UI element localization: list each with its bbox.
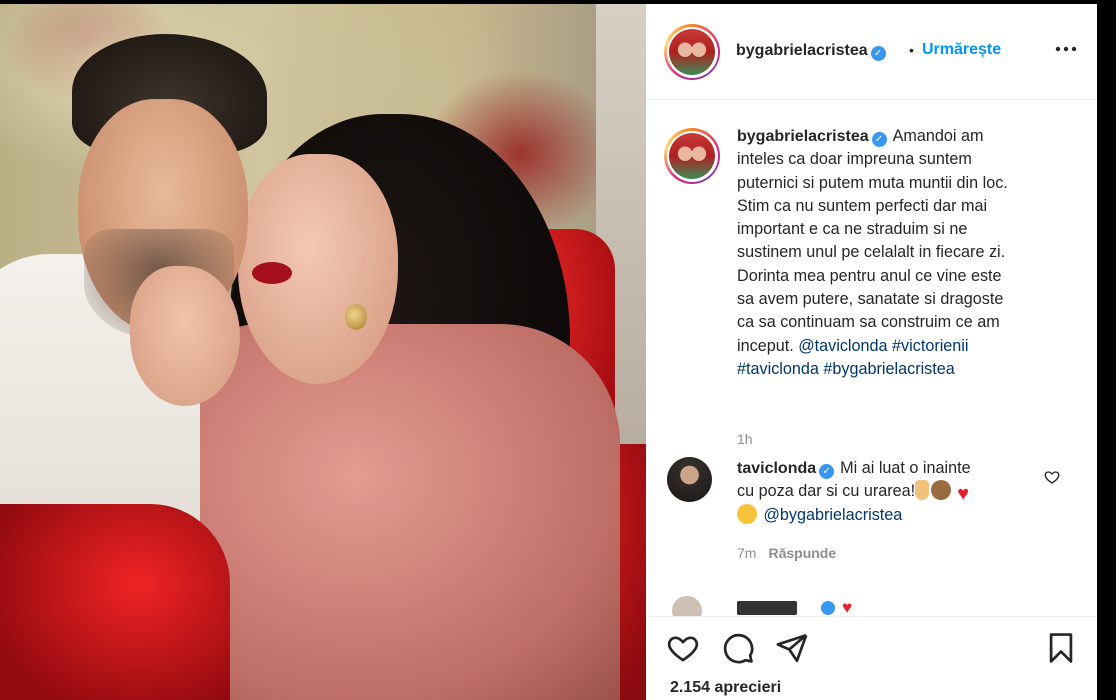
- author-username-link[interactable]: bygabrielacristea ✓: [736, 42, 886, 61]
- verified-badge-icon: ✓: [870, 46, 886, 61]
- likes-count[interactable]: 2.154 aprecieri: [670, 679, 781, 697]
- next-comment-username[interactable]: [737, 601, 797, 615]
- right-border: [1097, 0, 1116, 700]
- more-options-icon[interactable]: [1054, 34, 1078, 64]
- caption-body: Amandoi am inteles ca doar impreuna sunt…: [737, 127, 1008, 355]
- comment-bubble-icon[interactable]: [721, 631, 755, 665]
- caption-author-avatar[interactable]: [664, 128, 720, 184]
- share-paper-plane-icon[interactable]: [775, 631, 809, 665]
- post-actions-bar: 2.154 aprecieri: [646, 616, 1097, 700]
- commenter-username-link[interactable]: taviclonda ✓: [737, 460, 835, 479]
- photo-robe: [180, 324, 620, 700]
- commenter-username-text: taviclonda: [737, 460, 817, 477]
- author-avatar[interactable]: [664, 24, 720, 80]
- like-heart-icon[interactable]: [666, 631, 700, 665]
- photo-hand: [130, 266, 240, 406]
- next-comment-avatar[interactable]: [672, 596, 702, 616]
- caption-timestamp[interactable]: 1h: [737, 431, 753, 447]
- comment-timestamp[interactable]: 7m: [737, 545, 756, 561]
- verified-badge-icon: ✓: [871, 132, 887, 147]
- comment-like-heart-icon[interactable]: [1044, 469, 1060, 485]
- post-photo[interactable]: [0, 4, 646, 700]
- follow-button[interactable]: Urmărește: [922, 41, 1001, 59]
- commenter-avatar[interactable]: [667, 457, 712, 502]
- save-bookmark-icon[interactable]: [1044, 631, 1078, 665]
- heart-emoji-icon: ♥: [842, 598, 853, 616]
- caption-author-link[interactable]: bygabrielacristea ✓: [737, 128, 887, 147]
- post-header: bygabrielacristea ✓ • Urmărește: [646, 4, 1097, 100]
- comment-mention[interactable]: @bygabrielacristea: [764, 506, 903, 524]
- comment-body-line2: cu poza dar si cu urarea!: [737, 482, 916, 501]
- smiling-face-emoji-icon: [737, 504, 757, 525]
- post-side-panel: bygabrielacristea ✓ • Urmărește bygabriel…: [646, 4, 1097, 700]
- victory-hand-emoji-icon: [915, 480, 930, 501]
- reply-button[interactable]: Răspunde: [768, 545, 836, 561]
- see-no-evil-monkey-emoji-icon: [931, 480, 952, 501]
- verified-badge-icon: ✓: [819, 464, 835, 479]
- caption-tag-hashtag[interactable]: #victorienii: [892, 337, 968, 355]
- author-username-text: bygabrielacristea: [736, 42, 868, 59]
- caption-author-text: bygabrielacristea: [737, 128, 869, 145]
- caption-text: bygabrielacristea ✓ Amandoi am inteles ca …: [737, 125, 1077, 381]
- photo-earring: [345, 304, 367, 330]
- caption-tag-hashtag[interactable]: #bygabrielacristea: [823, 360, 954, 378]
- header-separator-dot: •: [909, 42, 914, 58]
- photo-lips: [252, 262, 292, 284]
- red-heart-emoji-icon: ♥: [957, 483, 970, 506]
- caption-tag-mention[interactable]: @taviclonda: [798, 337, 887, 355]
- comment-text: taviclonda ✓ Mi ai luat o inainte cu poza …: [737, 457, 1047, 528]
- comments-scroll-area[interactable]: bygabrielacristea ✓ Amandoi am inteles ca …: [646, 101, 1097, 616]
- verified-badge-icon: [821, 601, 835, 615]
- caption-tag-hashtag[interactable]: #taviclonda: [737, 360, 819, 378]
- comment-body-line1: Mi ai luat o inainte: [840, 459, 971, 477]
- photo-chair-left: [0, 504, 230, 700]
- comment-meta: 7m Răspunde: [737, 545, 836, 561]
